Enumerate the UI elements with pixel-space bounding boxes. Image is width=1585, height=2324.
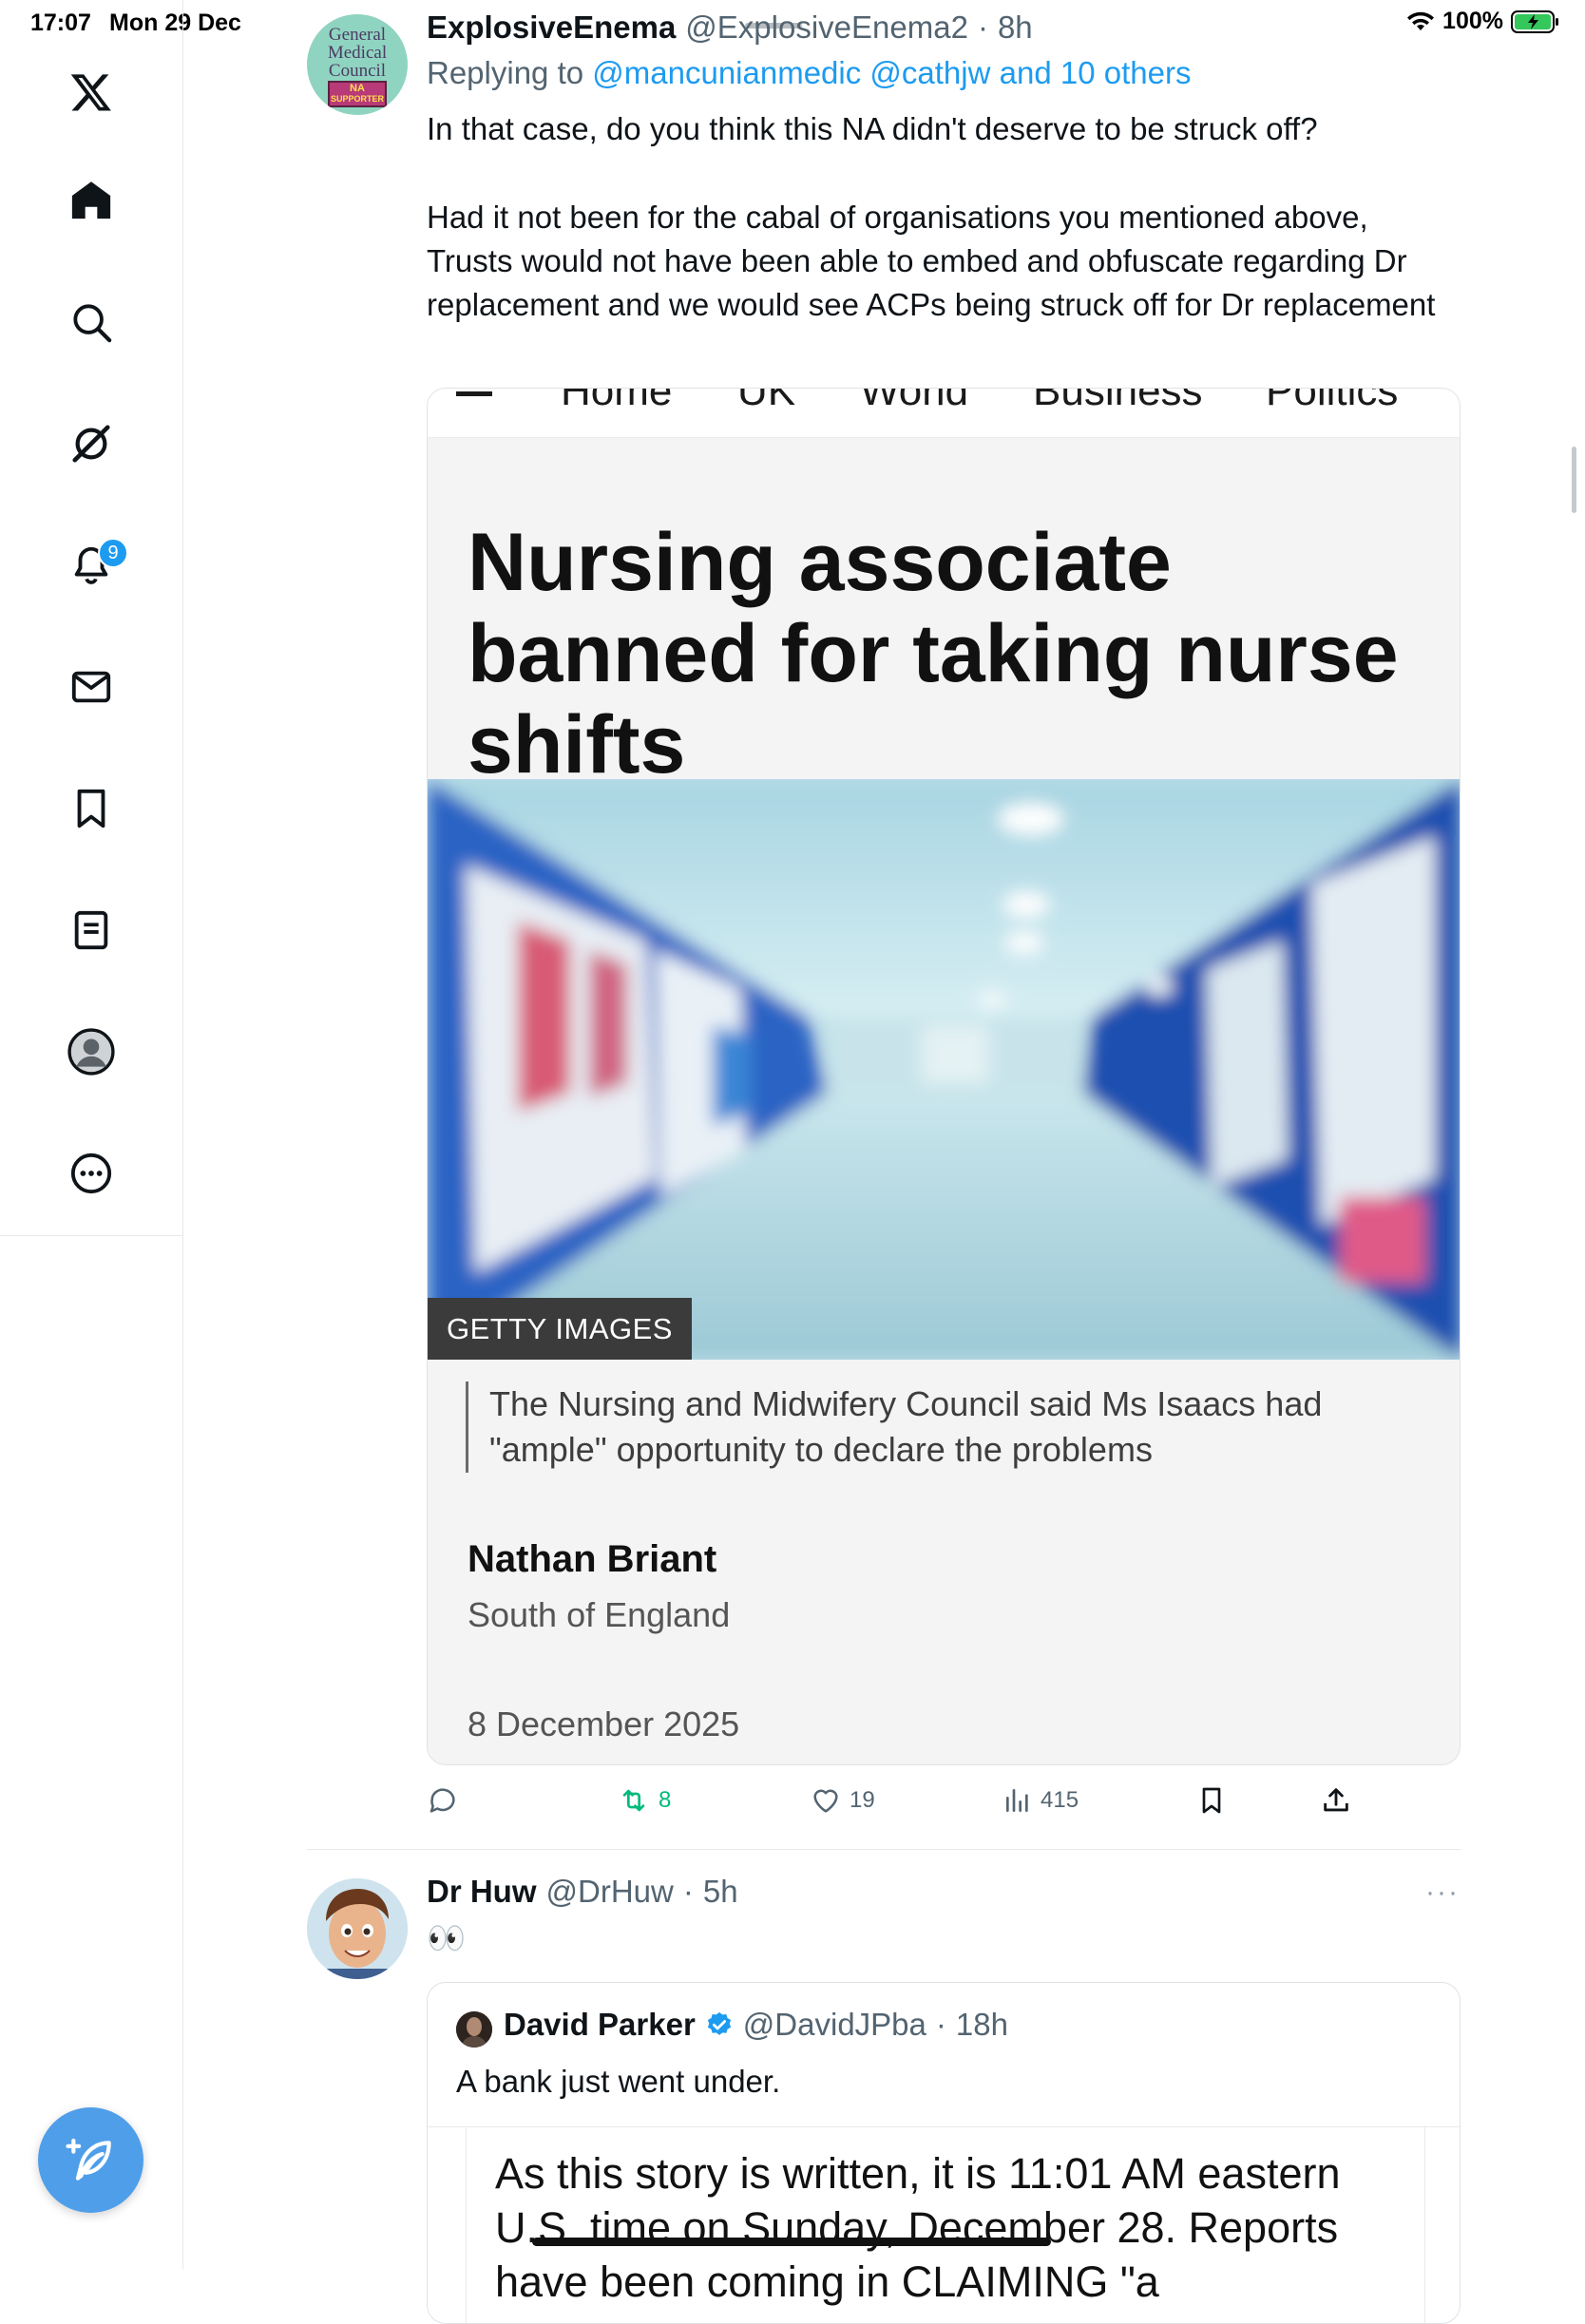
reply-icon: [427, 1784, 459, 1817]
article-nav-item: Business: [1033, 389, 1203, 414]
quoted-tweet-header: David Parker @DavidJPba · 18h: [504, 2007, 1008, 2043]
bookmarks-icon[interactable]: [64, 781, 119, 836]
quoted-document-image: As this story is written, it is 11:01 AM…: [466, 2127, 1425, 2323]
avatar-text: General: [328, 25, 387, 45]
search-icon[interactable]: [64, 295, 119, 350]
avatar[interactable]: [307, 1878, 408, 1979]
article-nav-item: World: [860, 389, 969, 414]
separator-dot: ·: [935, 2007, 946, 2042]
article-nav-bar: Home UK World Business Politics: [428, 389, 1460, 438]
avatar[interactable]: General Medical Council NA SUPPORTER: [307, 14, 408, 115]
tweet-text: 👀: [427, 1920, 467, 1955]
avatar-text: Medical: [327, 43, 388, 63]
image-caption: The Nursing and Midwifery Council said M…: [466, 1381, 1425, 1473]
display-name[interactable]: Dr Huw: [427, 1874, 537, 1910]
views-count: 415: [1041, 1787, 1079, 1813]
tweet-header: ExplosiveEnema @ExplosiveEnema2 · 8h: [427, 10, 1033, 46]
tweet-divider: [307, 1849, 1461, 1850]
quoted-tweet-text: A bank just went under.: [456, 2064, 781, 2099]
handle[interactable]: @ExplosiveEnema2: [685, 10, 968, 46]
tweet-text-paragraph: Had it not been for the cabal of organis…: [427, 200, 1436, 322]
timestamp[interactable]: 8h: [998, 10, 1033, 46]
article-nav-item: Home: [561, 389, 673, 414]
battery-percent: 100%: [1442, 8, 1503, 34]
verified-badge-icon: [705, 2010, 734, 2039]
avatar-text: NA: [350, 83, 365, 94]
article-date: 8 December 2025: [468, 1705, 740, 1743]
share-icon: [1320, 1784, 1352, 1817]
compose-feather-icon: [65, 2134, 118, 2187]
display-name: David Parker: [504, 2007, 696, 2042]
avatar-text: SUPPORTER: [330, 94, 384, 104]
messages-icon[interactable]: [64, 659, 119, 714]
article-screenshot-card[interactable]: Home UK World Business Politics Nursing …: [427, 388, 1461, 1765]
handle: @DavidJPba: [742, 2007, 926, 2042]
bookmark-icon: [1196, 1784, 1227, 1817]
scroll-indicator[interactable]: [1572, 447, 1576, 513]
notifications-badge: 9: [98, 538, 128, 568]
quoted-tweet[interactable]: David Parker @DavidJPba · 18h A bank jus…: [427, 1982, 1461, 2324]
home-icon[interactable]: [64, 173, 119, 228]
x-logo-icon[interactable]: [64, 65, 119, 120]
article-author: Nathan Briant: [468, 1538, 717, 1580]
replying-to: Replying to @mancunianmedic @cathjw and …: [427, 55, 1191, 91]
tweet-header: Dr Huw @DrHuw · 5h: [427, 1874, 738, 1910]
profile-icon[interactable]: [64, 1024, 119, 1079]
handle[interactable]: @DrHuw: [546, 1874, 674, 1910]
views-chart-icon: [1003, 1784, 1033, 1817]
home-indicator-bar[interactable]: [532, 2238, 1051, 2246]
battery-charging-icon: [1511, 10, 1560, 34]
like-button[interactable]: 19: [810, 1784, 875, 1817]
repost-button[interactable]: 8: [617, 1784, 671, 1817]
avatar-badge: NA SUPPORTER: [328, 81, 387, 107]
separator-dot: ·: [977, 10, 988, 45]
tweet-text-line1: In that case, do you think this NA didn'…: [427, 111, 1318, 146]
more-icon[interactable]: [64, 1146, 119, 1201]
heart-icon: [810, 1784, 842, 1817]
share-button[interactable]: [1320, 1784, 1352, 1817]
hamburger-icon: [456, 391, 492, 396]
separator-dot: ·: [682, 1874, 694, 1909]
repost-icon: [617, 1784, 651, 1817]
article-nav-item: UK: [737, 389, 796, 414]
timestamp: 18h: [955, 2007, 1008, 2042]
display-name[interactable]: ExplosiveEnema: [427, 10, 676, 46]
avatar-text: Council: [328, 61, 387, 81]
lists-icon[interactable]: [64, 903, 119, 958]
reply-button[interactable]: [427, 1784, 467, 1817]
article-nav-item: Politics: [1266, 389, 1399, 414]
like-count: 19: [850, 1787, 875, 1813]
compose-post-button[interactable]: [38, 2107, 143, 2213]
avatar: [456, 2011, 492, 2048]
bookmark-button[interactable]: [1196, 1784, 1227, 1817]
views-button[interactable]: 415: [1003, 1784, 1079, 1817]
grok-icon[interactable]: [64, 416, 119, 471]
repost-count: 8: [659, 1787, 672, 1813]
replying-users-link[interactable]: @mancunianmedic @cathjw and 10 others: [592, 55, 1191, 90]
quoted-document-text: As this story is written, it is 11:01 AM…: [495, 2149, 1341, 2306]
more-options-button[interactable]: ···: [1425, 1876, 1460, 1909]
sidebar-divider: [0, 1235, 183, 1236]
timestamp[interactable]: 5h: [703, 1874, 738, 1910]
image-credit: GETTY IMAGES: [428, 1298, 692, 1360]
article-headline: Nursing associate banned for taking nurs…: [468, 517, 1399, 791]
status-indicators: 100%: [1406, 8, 1560, 35]
wifi-icon: [1406, 10, 1435, 33]
replying-prefix: Replying to: [427, 55, 584, 90]
article-region: South of England: [468, 1595, 731, 1634]
hospital-corridor-image: [428, 779, 1460, 1360]
tweet-actions: 8 19 415: [427, 1784, 1461, 1822]
